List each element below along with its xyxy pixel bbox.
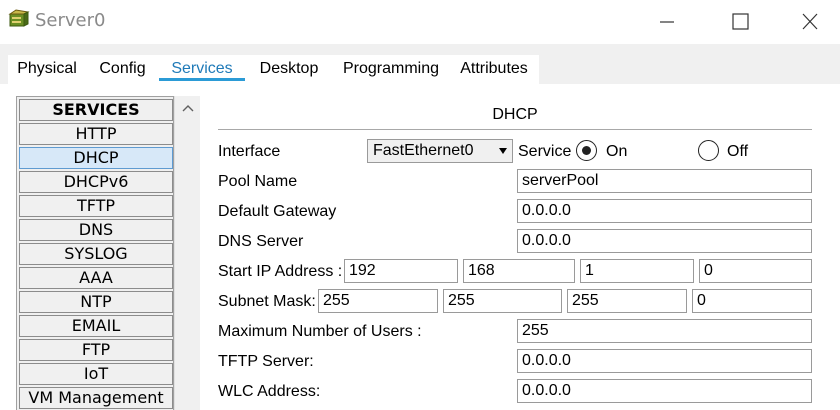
default-gateway-input[interactable]: 0.0.0.0 [517, 199, 812, 223]
panel-divider [218, 129, 812, 130]
service-on-radio[interactable] [576, 140, 597, 161]
services-sidebar: SERVICES HTTP DHCP DHCPv6 TFTP DNS SYSLO… [16, 96, 174, 410]
tab-desktop[interactable]: Desktop [245, 55, 333, 84]
sidebar-item-tftp[interactable]: TFTP [19, 195, 173, 217]
tab-services[interactable]: Services [159, 55, 245, 84]
pool-name-label: Pool Name [218, 173, 298, 190]
radio-selected-dot [581, 145, 591, 155]
dns-server-label: DNS Server [218, 233, 304, 250]
dns-server-input[interactable]: 0.0.0.0 [517, 229, 812, 253]
max-users-input[interactable]: 255 [517, 319, 812, 343]
sidebar-item-syslog[interactable]: SYSLOG [19, 243, 173, 265]
sidebar-item-dns[interactable]: DNS [19, 219, 173, 241]
dropdown-arrow-icon [499, 148, 507, 154]
start-ip-octet-2[interactable]: 168 [463, 259, 575, 283]
sidebar-item-dhcpv6[interactable]: DHCPv6 [19, 171, 173, 193]
tab-bar: Physical Config Services Desktop Program… [0, 44, 840, 84]
start-ip-octet-4[interactable]: 0 [699, 259, 812, 283]
sidebar-item-vm-management[interactable]: VM Management [19, 387, 173, 409]
service-label: Service [518, 143, 572, 160]
maximize-icon[interactable] [725, 8, 755, 36]
tftp-server-label: TFTP Server: [218, 353, 314, 370]
sidebar-item-iot[interactable]: IoT [19, 363, 173, 385]
title-bar: Server0 [0, 0, 840, 44]
sidebar-item-ftp[interactable]: FTP [19, 339, 173, 361]
start-ip-octet-3[interactable]: 1 [580, 259, 694, 283]
sidebar-item-email[interactable]: EMAIL [19, 315, 173, 337]
subnet-mask-octet-1[interactable]: 255 [318, 289, 438, 313]
default-gateway-label: Default Gateway [218, 203, 337, 220]
start-ip-octet-1[interactable]: 192 [344, 259, 458, 283]
service-off-label: Off [727, 143, 749, 160]
tab-config[interactable]: Config [86, 55, 159, 84]
service-off-radio[interactable] [698, 140, 719, 161]
scroll-up-icon[interactable] [179, 100, 197, 116]
services-content: SERVICES HTTP DHCP DHCPv6 TFTP DNS SYSLO… [0, 84, 840, 410]
close-icon[interactable] [795, 8, 825, 36]
pool-name-input[interactable]: serverPool [517, 169, 812, 193]
tftp-server-input[interactable]: 0.0.0.0 [517, 349, 812, 373]
subnet-mask-octet-2[interactable]: 255 [443, 289, 562, 313]
start-ip-label: Start IP Address : [218, 263, 343, 280]
subnet-mask-octet-4[interactable]: 0 [692, 289, 812, 313]
sidebar-item-ntp[interactable]: NTP [19, 291, 173, 313]
service-on-label: On [606, 143, 628, 160]
sidebar-item-aaa[interactable]: AAA [19, 267, 173, 289]
wlc-address-input[interactable]: 0.0.0.0 [517, 379, 812, 403]
wlc-address-label: WLC Address: [218, 383, 321, 400]
tab-attributes[interactable]: Attributes [449, 55, 539, 84]
interface-select[interactable]: FastEthernet0 [367, 139, 513, 163]
server-app-icon [7, 8, 31, 32]
subnet-mask-octet-3[interactable]: 255 [567, 289, 687, 313]
sidebar-item-http[interactable]: HTTP [19, 123, 173, 145]
sidebar-item-dhcp[interactable]: DHCP [19, 147, 173, 169]
minimize-icon[interactable] [652, 8, 682, 36]
tab-physical[interactable]: Physical [8, 55, 86, 84]
interface-select-value: FastEthernet0 [373, 142, 474, 159]
tab-list: Physical Config Services Desktop Program… [8, 55, 539, 84]
sidebar-scrollbar[interactable] [174, 96, 200, 410]
window-title: Server0 [35, 10, 106, 31]
max-users-label: Maximum Number of Users : [218, 323, 422, 340]
sidebar-header: SERVICES [19, 99, 173, 121]
interface-label: Interface [218, 143, 281, 160]
tab-programming[interactable]: Programming [333, 55, 449, 84]
dhcp-panel-title: DHCP [492, 106, 538, 123]
subnet-mask-label: Subnet Mask: [218, 293, 316, 310]
